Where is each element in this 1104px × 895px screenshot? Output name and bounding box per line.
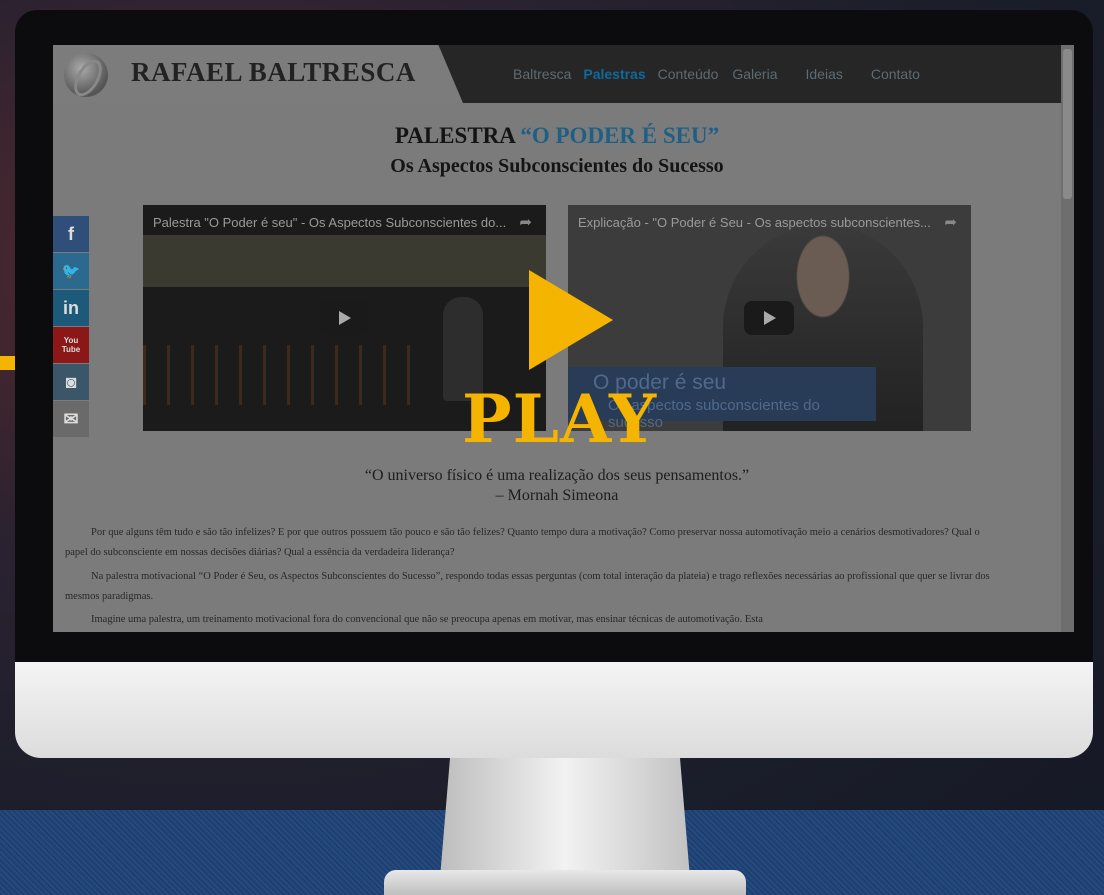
main-nav: Baltresca Palestras Conteúdo Galeria Ide… [513,66,932,82]
page-title-quote: “O PODER É SEU” [520,123,720,148]
paragraph: Por que alguns têm tudo e são tão infeli… [65,527,980,558]
nav-item-contato[interactable]: Contato [871,66,920,82]
paragraph: Na palestra motivacional “O Poder é Seu,… [65,571,990,602]
video-title-2[interactable]: Explicação - "O Poder é Seu - Os aspecto… [578,215,948,230]
citation-quote: “O universo físico é uma realização dos … [364,467,750,484]
youtube-play-button[interactable] [319,301,369,335]
play-overlay-text[interactable]: PLAY [462,380,657,458]
mail-icon[interactable]: ✉ [53,401,89,437]
linkedin-icon[interactable]: in [53,290,89,326]
logo-icon [64,53,108,97]
citation-author: – Mornah Simeona [495,487,619,504]
social-sidebar: f 🐦 in You Tube ◙ ✉ [53,216,89,438]
share-icon[interactable]: ➦ [944,213,957,231]
youtube-play-button[interactable] [744,301,794,335]
nav-item-galeria[interactable]: Galeria [732,66,777,82]
instagram-icon[interactable]: ◙ [53,364,89,400]
logo-area[interactable]: RAFAEL BALTRESCA [53,45,463,103]
page-title-prefix: PALESTRA [394,123,521,148]
video-thumbnail-chairs [143,345,423,405]
nav-item-conteudo[interactable]: Conteúdo [658,66,719,82]
facebook-icon[interactable]: f [53,216,89,252]
scroll-thumb[interactable] [1063,49,1072,199]
citation: “O universo físico é uma realização dos … [53,466,1061,506]
twitter-icon[interactable]: 🐦 [53,253,89,289]
play-overlay-icon[interactable] [529,270,613,370]
paragraph: Imagine uma palestra, um treinamento mot… [91,614,763,625]
share-icon[interactable]: ➦ [519,213,532,231]
scrollbar[interactable] [1061,45,1074,632]
page-title: PALESTRA “O PODER É SEU” [53,123,1061,149]
monitor-chin [15,662,1093,758]
site-title: RAFAEL BALTRESCA [131,57,416,87]
page-subtitle: Os Aspectos Subconscientes do Sucesso [390,155,724,177]
accent-bar [0,356,16,370]
video-title-1[interactable]: Palestra "O Poder é seu" - Os Aspectos S… [153,215,523,230]
monitor-stand [440,758,690,878]
nav-item-ideias[interactable]: Ideias [806,66,843,82]
nav-item-baltresca[interactable]: Baltresca [513,66,571,82]
site-header: RAFAEL BALTRESCA Baltresca Palestras Con… [53,45,1061,103]
youtube-icon[interactable]: You Tube [53,327,89,363]
nav-item-palestras[interactable]: Palestras [583,66,645,82]
video-thumbnail-screens [143,235,546,287]
monitor-base [384,870,746,895]
